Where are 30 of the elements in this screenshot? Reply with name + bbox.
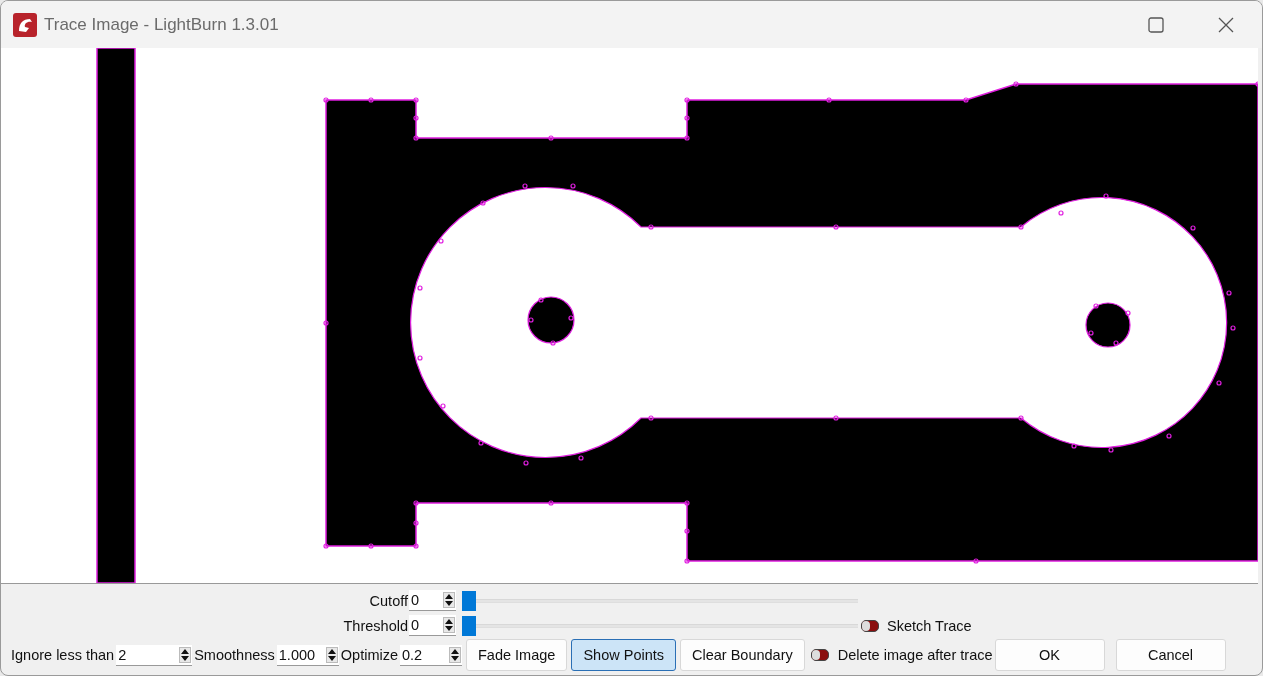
spin-arrows-icon[interactable] xyxy=(443,592,455,608)
close-icon[interactable] xyxy=(1218,16,1234,33)
spin-box[interactable]: 0.2 xyxy=(400,644,462,666)
app-logo-icon xyxy=(13,12,37,37)
ok-button[interactable]: OK xyxy=(994,639,1105,671)
window-title: Trace Image - LightBurn 1.3.01 xyxy=(44,14,279,35)
slider-thumb[interactable] xyxy=(462,615,476,636)
spin-box[interactable]: 0 xyxy=(409,615,456,636)
toggle-switch[interactable] xyxy=(861,619,879,632)
spin-box[interactable]: 1.000 xyxy=(276,644,339,666)
field-label: Ignore less than xyxy=(11,647,115,663)
maximize-icon[interactable] xyxy=(1148,16,1164,33)
cancel-button[interactable]: Cancel xyxy=(1115,639,1226,671)
toggle-switch[interactable] xyxy=(810,649,829,661)
toggle-button[interactable]: Fade Image xyxy=(466,639,568,671)
field-label: Cutoff xyxy=(369,592,409,609)
toggle-label: Delete image after trace xyxy=(837,647,993,663)
spin-arrows-icon[interactable] xyxy=(325,646,338,663)
toggle-button[interactable]: Show Points xyxy=(571,639,676,671)
spin-box[interactable]: 2 xyxy=(116,644,193,666)
field-label: Optimize xyxy=(340,647,398,663)
toggle-button[interactable]: Clear Boundary xyxy=(680,639,805,671)
spin-arrows-icon[interactable] xyxy=(179,646,192,663)
spin-arrows-icon[interactable] xyxy=(443,617,455,633)
toggle-label: Sketch Trace xyxy=(887,617,972,634)
slider-thumb[interactable] xyxy=(462,590,476,611)
field-label: Smoothness xyxy=(194,647,275,663)
field-label: Threshold xyxy=(343,617,409,634)
spin-arrows-icon[interactable] xyxy=(449,646,461,663)
spin-box[interactable]: 0 xyxy=(409,590,456,611)
